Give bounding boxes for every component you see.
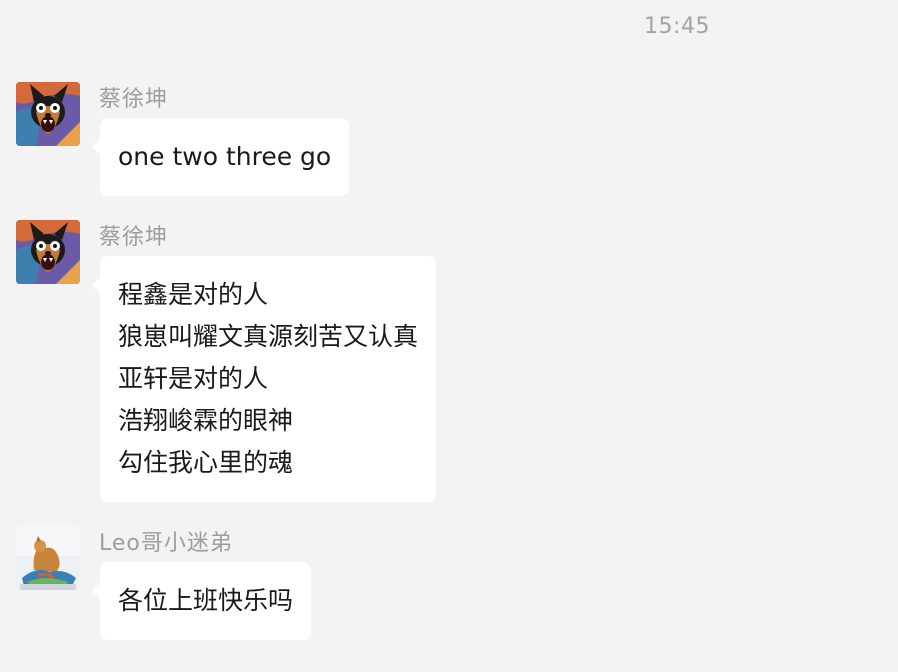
cartoon-dog-avatar-icon <box>16 220 80 284</box>
bubble-tail <box>92 139 100 155</box>
figurine-photo-avatar-icon <box>16 526 80 590</box>
sender-avatar[interactable] <box>16 220 80 284</box>
sender-name: 蔡徐坤 <box>99 87 169 112</box>
bubble-tail <box>92 277 100 293</box>
sender-avatar[interactable] <box>16 82 80 146</box>
sender-name: 蔡徐坤 <box>99 225 169 250</box>
sender-name: Leo哥小迷弟 <box>99 531 233 556</box>
message-text: 狼崽叫耀文真源刻苦又认真 <box>118 322 419 351</box>
message-bubble[interactable]: one two three go <box>92 118 350 196</box>
bubble-tail <box>92 583 100 599</box>
cartoon-dog-avatar-icon <box>16 82 80 146</box>
message-text: 勾住我心里的魂 <box>118 448 294 477</box>
message-text: 各位上班快乐吗 <box>118 586 294 615</box>
message-bubble[interactable]: 程鑫是对的人 狼崽叫耀文真源刻苦又认真 亚轩是对的人 浩翔峻霖的眼神 勾住我心里… <box>92 256 437 502</box>
sender-avatar[interactable] <box>16 526 80 590</box>
chat-timestamp: 15:45 <box>644 14 710 39</box>
message-text: one two three go <box>118 142 332 171</box>
message-text: 程鑫是对的人 <box>118 280 269 309</box>
message-bubble[interactable]: 各位上班快乐吗 <box>92 562 312 640</box>
message-text: 浩翔峻霖的眼神 <box>118 406 294 435</box>
message-text: 亚轩是对的人 <box>118 364 269 393</box>
